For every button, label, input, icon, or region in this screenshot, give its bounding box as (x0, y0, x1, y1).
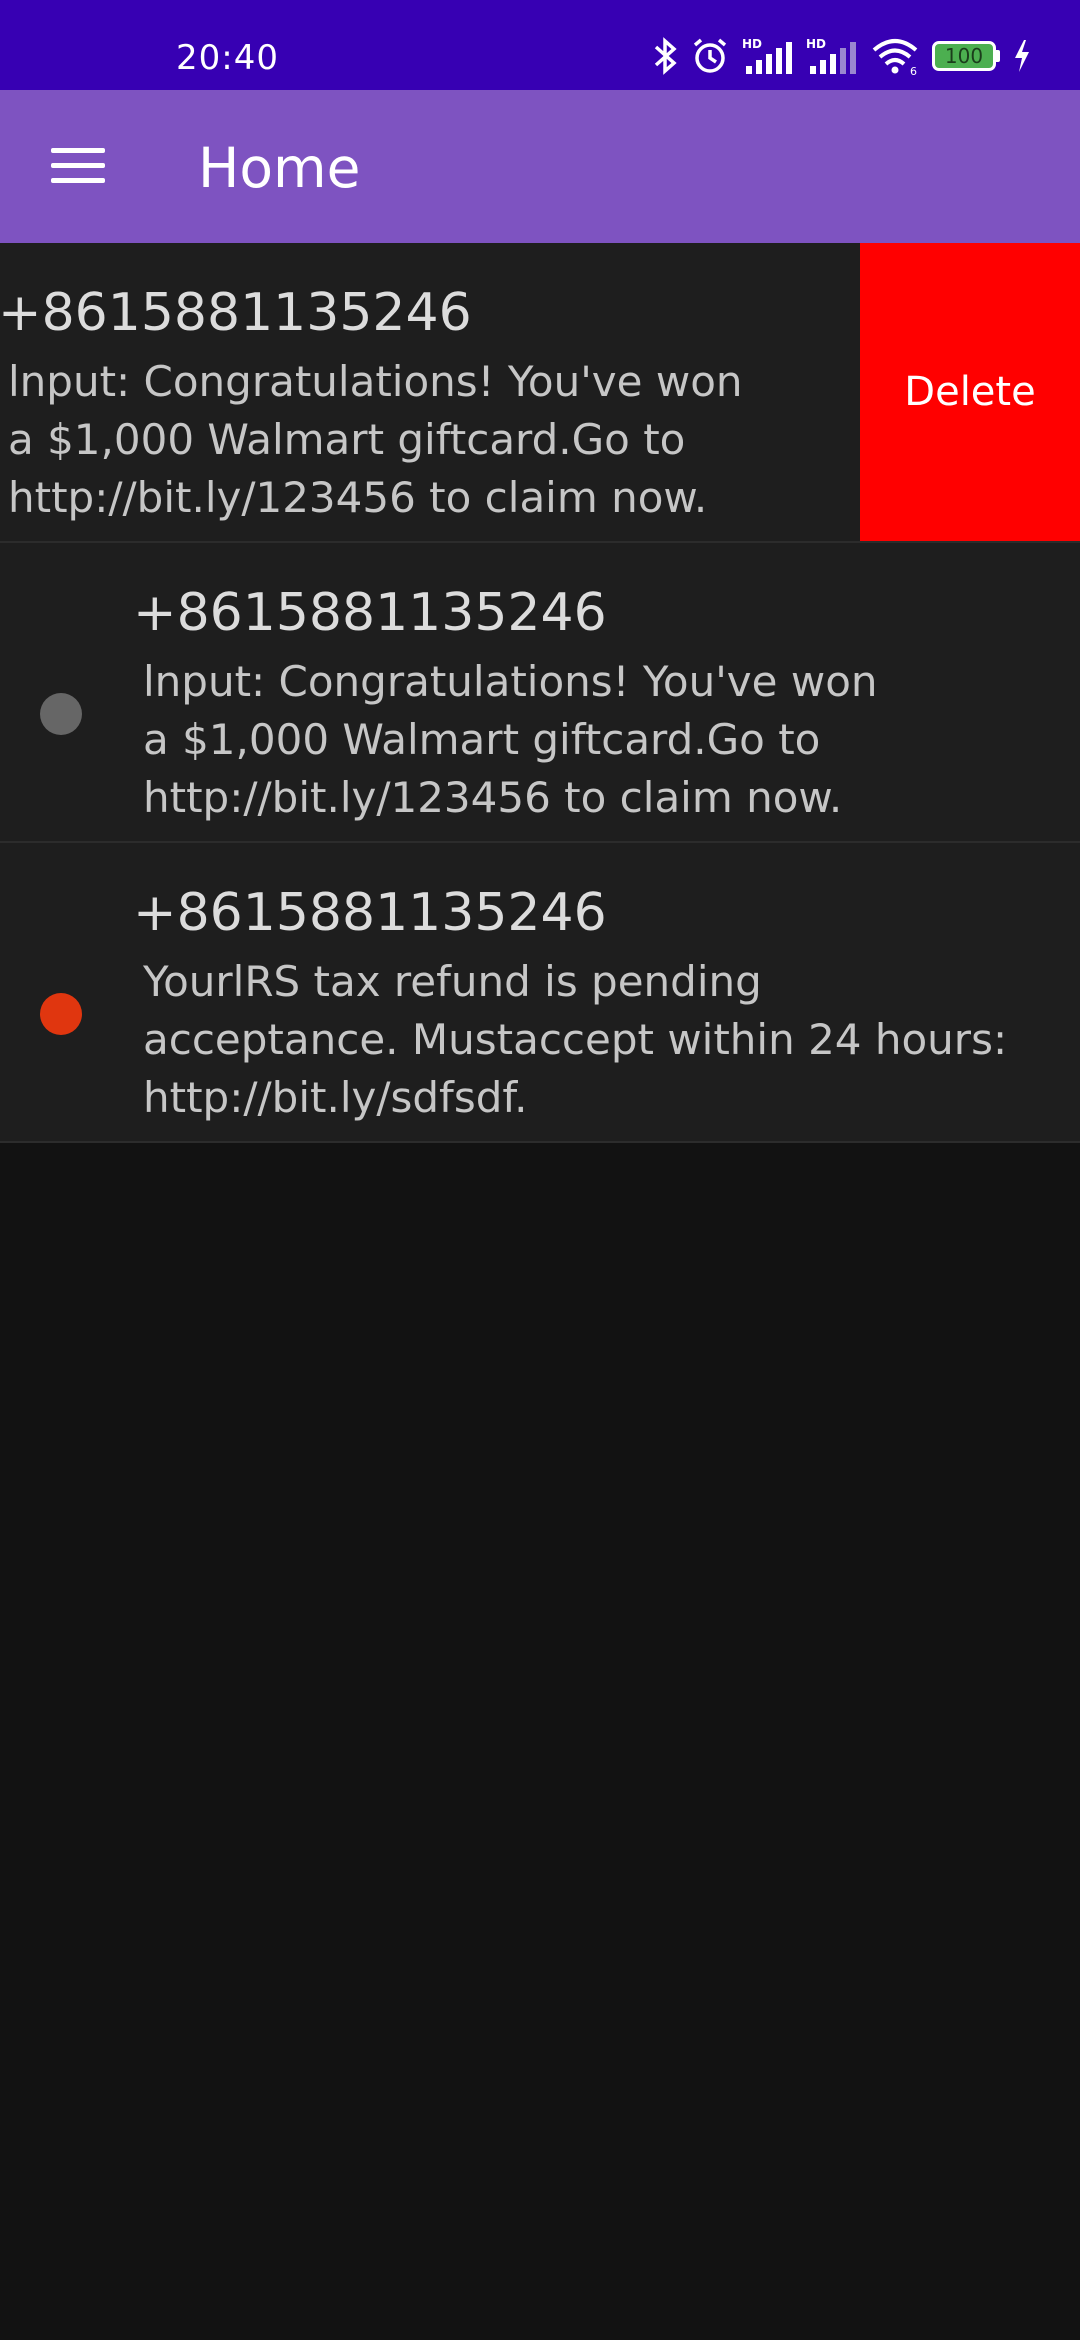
svg-text:HD: HD (742, 37, 762, 51)
status-dot (40, 693, 82, 735)
message-content[interactable]: +8615881135246 YourlRS tax refund is pen… (0, 843, 1080, 1141)
charging-icon (1012, 36, 1032, 76)
status-bar: 20:40 HD HD 6 100 (0, 0, 1080, 90)
svg-text:6: 6 (910, 65, 917, 76)
message-sender: +8615881135246 (133, 883, 607, 943)
battery-level: 100 (932, 41, 996, 71)
message-sender: +8615881135246 (0, 283, 472, 343)
hamburger-menu-icon (51, 146, 105, 190)
message-preview: lnput: Congratulations! You've won a $1,… (8, 357, 743, 522)
message-content[interactable]: +8615881135246 lnput: Congratulations! Y… (0, 543, 1080, 841)
battery-icon: 100 (932, 41, 1000, 71)
message-list: +8615881135246 lnput: Congratulations! Y… (0, 243, 1080, 1143)
message-content[interactable]: +8615881135246 lnput: Congratulations! Y… (0, 243, 945, 541)
status-icons: HD HD 6 100 (652, 34, 1032, 78)
app-bar: Home (0, 90, 1080, 243)
message-sender: +8615881135246 (133, 583, 607, 643)
message-preview: lnput: Congratulations! You've won a $1,… (143, 657, 878, 822)
status-dot (40, 993, 82, 1035)
message-item[interactable]: +8615881135246 YourlRS tax refund is pen… (0, 843, 1080, 1143)
signal-hd-icon: HD (742, 36, 794, 76)
alarm-icon (690, 36, 730, 76)
delete-button[interactable]: Delete (860, 243, 1080, 541)
wifi-icon: 6 (870, 36, 920, 76)
svg-text:HD: HD (806, 37, 826, 51)
status-time: 20:40 (176, 38, 279, 78)
page-title: Home (198, 136, 361, 200)
menu-button[interactable] (36, 136, 120, 200)
message-item[interactable]: +8615881135246 lnput: Congratulations! Y… (0, 543, 1080, 843)
bluetooth-icon (652, 36, 678, 76)
message-item[interactable]: +8615881135246 lnput: Congratulations! Y… (0, 243, 1080, 543)
signal-hd-icon: HD (806, 36, 858, 76)
message-preview: YourlRS tax refund is pending acceptance… (143, 957, 1008, 1122)
